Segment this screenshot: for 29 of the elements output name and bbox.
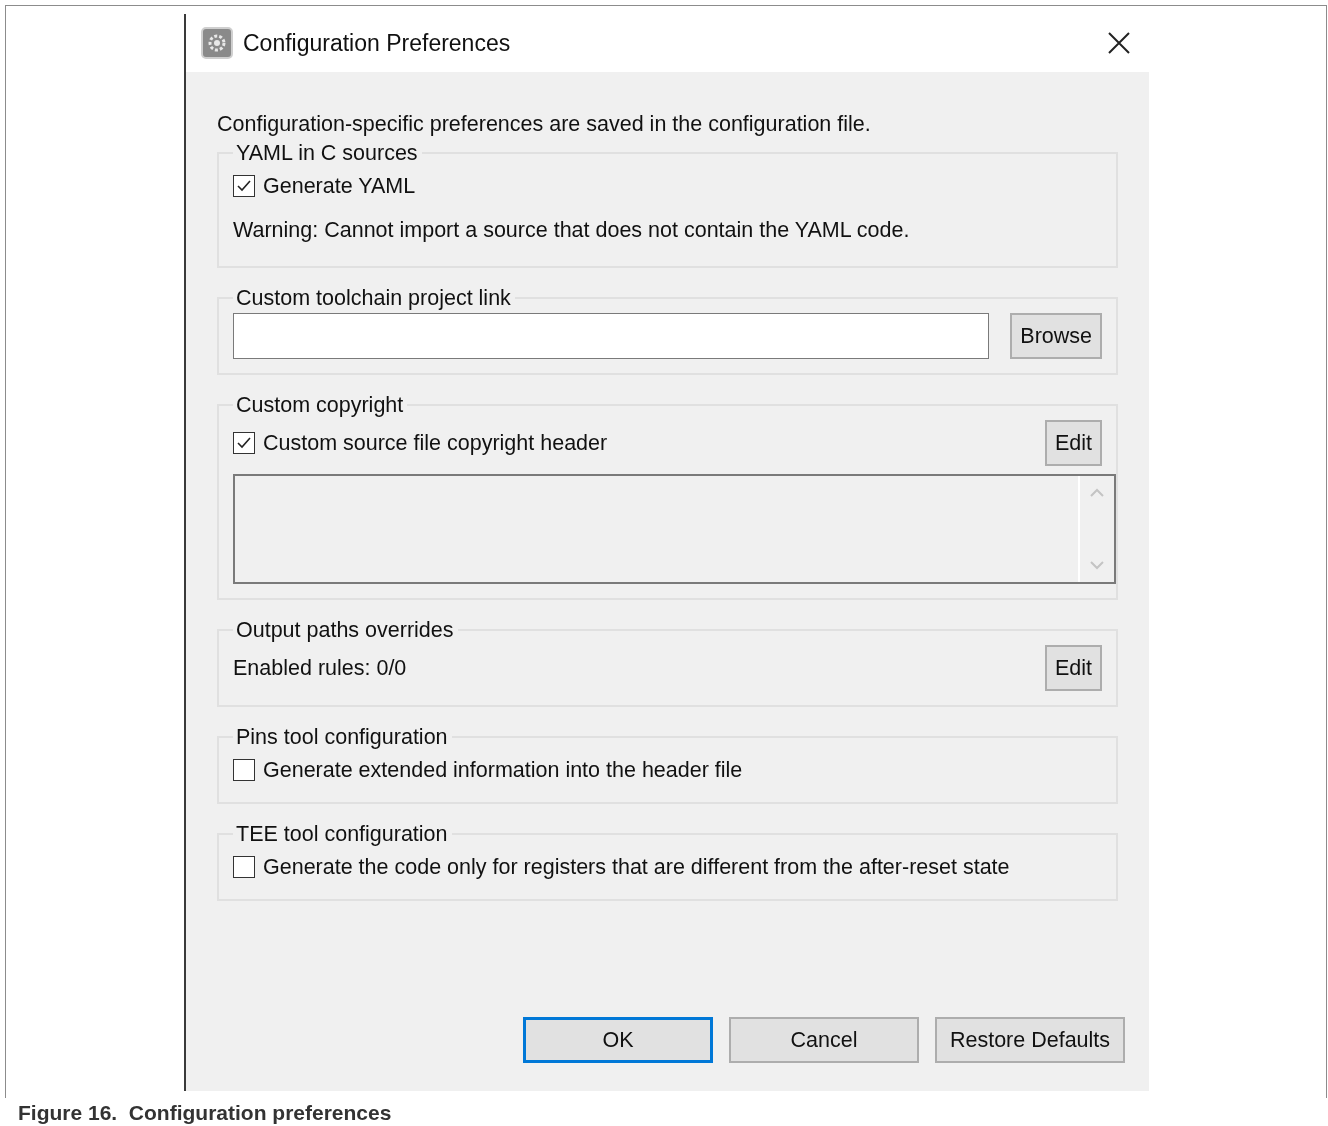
text-area[interactable]: [233, 474, 1116, 584]
checkbox[interactable]: [233, 175, 255, 197]
checkbox-label[interactable]: Custom source file copyright header: [263, 430, 608, 456]
group-button[interactable]: Browse: [1010, 313, 1102, 359]
group-title: YAML in C sources: [235, 140, 419, 167]
info-text: Enabled rules: 0/0: [233, 655, 407, 681]
group-title: TEE tool configuration: [235, 821, 449, 848]
checkbox[interactable]: [233, 432, 255, 454]
group-title: Custom toolchain project link: [235, 285, 512, 312]
group-title: Pins tool configuration: [235, 724, 449, 751]
gear-icon: [201, 27, 233, 59]
path-field[interactable]: [233, 313, 989, 359]
checkbox-label[interactable]: Generate YAML: [263, 173, 416, 199]
checkbox-label[interactable]: Generate the code only for registers that are different from the after-reset state: [263, 854, 1010, 880]
intro-text: Configuration-specific preferences are saved in the configuration file.: [217, 111, 872, 138]
figure-caption: Figure 16. Configuration preferences: [18, 1101, 393, 1125]
checkbox[interactable]: [233, 856, 255, 878]
checkbox[interactable]: [233, 759, 255, 781]
info-text: Warning: Cannot import a source that does not contain the YAML code.: [233, 217, 910, 243]
checkbox-label[interactable]: Generate extended information into the header file: [263, 757, 743, 783]
dialog-button[interactable]: OK: [523, 1017, 713, 1063]
group-title: Custom copyright: [235, 392, 405, 419]
group-button[interactable]: Edit: [1044, 420, 1102, 466]
window-title: Configuration Preferences: [243, 29, 512, 57]
group-button[interactable]: Edit: [1044, 645, 1102, 691]
group-title: Output paths overrides: [235, 617, 455, 644]
dialog-button[interactable]: Restore Defaults: [935, 1017, 1125, 1063]
dialog-button[interactable]: Cancel: [729, 1017, 919, 1063]
close-icon[interactable]: [1107, 31, 1131, 55]
